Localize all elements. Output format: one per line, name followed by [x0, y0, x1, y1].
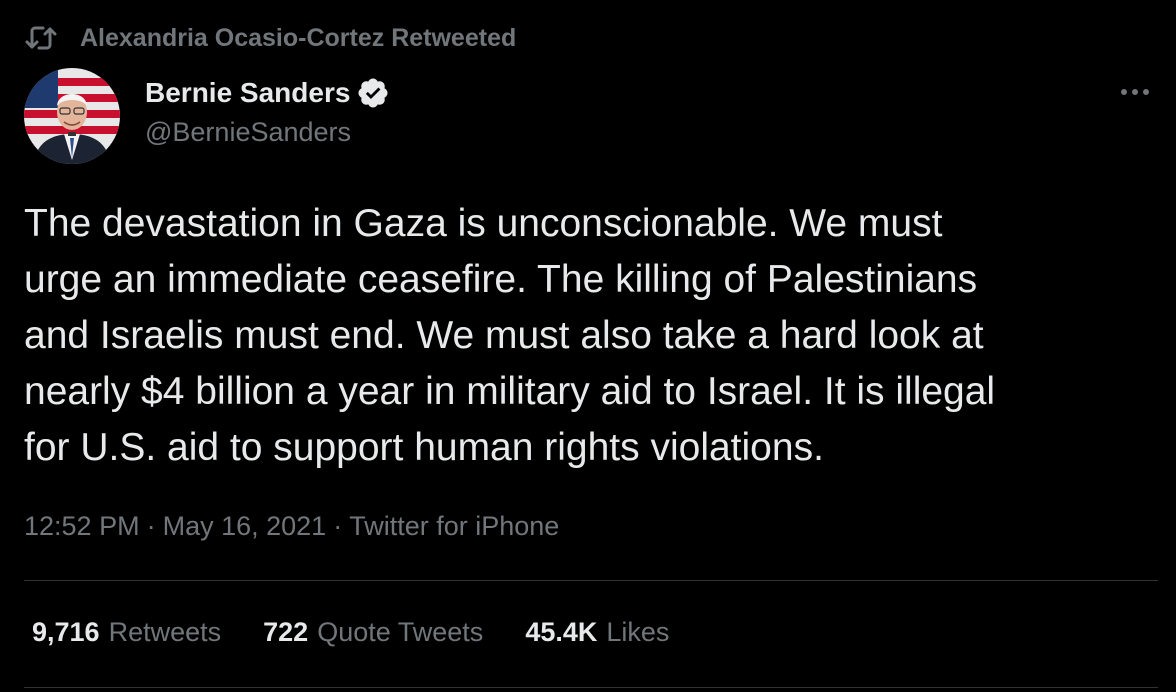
- likes-label: Likes: [606, 617, 670, 647]
- meta-separator: ·: [146, 511, 156, 541]
- tweet-text: The devastation in Gaza is unconscionabl…: [24, 202, 996, 469]
- quote-tweets-count: 722: [263, 617, 309, 647]
- quote-tweets-label: Quote Tweets: [317, 617, 484, 647]
- likes-stat[interactable]: 45.4K Likes: [525, 617, 669, 648]
- tweet-source[interactable]: Twitter for iPhone: [349, 511, 559, 542]
- more-options-icon[interactable]: [1118, 82, 1152, 102]
- divider: [24, 687, 1158, 688]
- tweet-stats: 9,716 Retweets 722 Quote Tweets 45.4K Li…: [32, 617, 711, 648]
- verified-badge-icon: [358, 78, 388, 108]
- avatar[interactable]: [24, 68, 120, 164]
- tweet-time[interactable]: 12:52 PM: [24, 511, 140, 542]
- avatar-image: [24, 68, 120, 164]
- meta-separator: ·: [333, 511, 343, 541]
- retweet-context[interactable]: Alexandria Ocasio-Cortez Retweeted: [24, 22, 516, 54]
- likes-count: 45.4K: [525, 617, 598, 647]
- retweet-icon: [25, 26, 57, 50]
- author-handle[interactable]: @BernieSanders: [145, 117, 351, 148]
- retweet-context-label: Alexandria Ocasio-Cortez Retweeted: [80, 23, 517, 52]
- tweet-meta: 12:52 PM · May 16, 2021 · Twitter for iP…: [24, 511, 559, 542]
- divider: [24, 580, 1158, 581]
- retweets-stat[interactable]: 9,716 Retweets: [32, 617, 221, 648]
- tweet-date[interactable]: May 16, 2021: [163, 511, 327, 542]
- retweets-count: 9,716: [32, 617, 100, 647]
- quote-tweets-stat[interactable]: 722 Quote Tweets: [263, 617, 483, 648]
- retweets-label: Retweets: [108, 617, 222, 647]
- author-name[interactable]: Bernie Sanders: [145, 77, 350, 109]
- author-name-row[interactable]: Bernie Sanders: [145, 76, 390, 110]
